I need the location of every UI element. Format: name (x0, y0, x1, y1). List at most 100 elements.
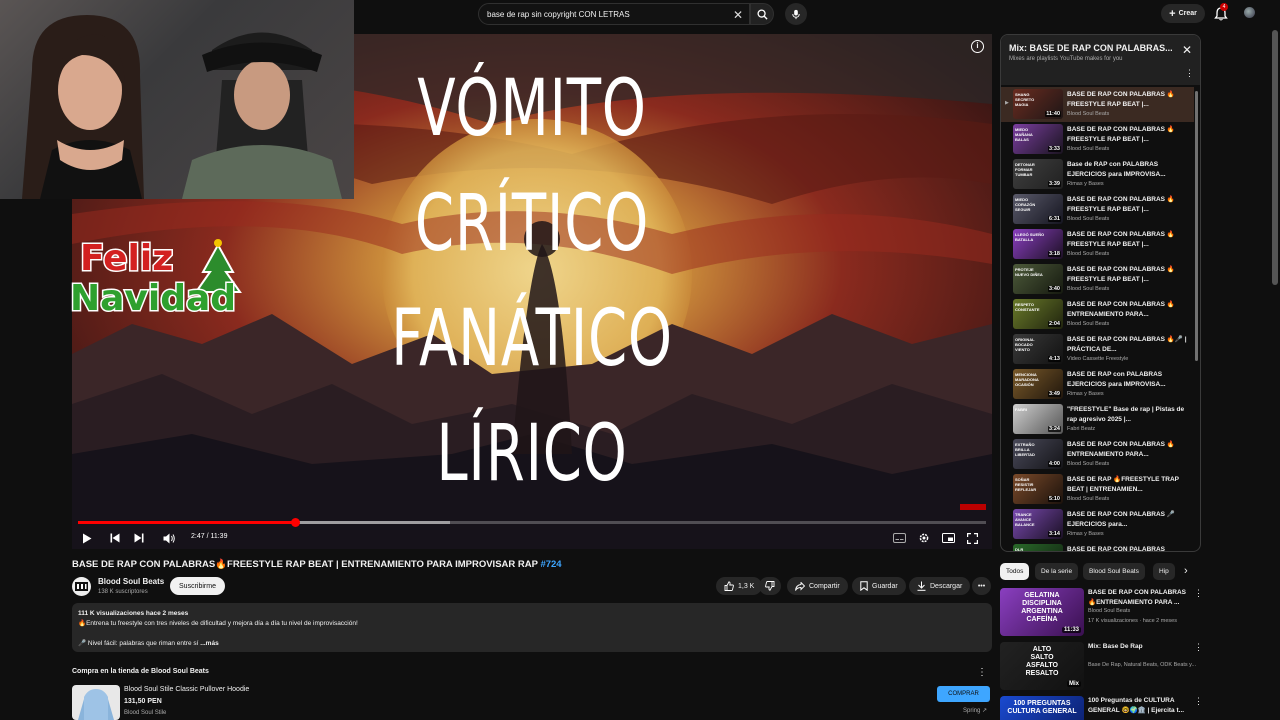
recommendation-item[interactable]: GELATINA DISCIPLINA ARGENTINA CAFEÍNA 11:33 B… (1000, 588, 1203, 638)
product-image[interactable] (72, 685, 120, 720)
subtitles-button[interactable] (890, 529, 908, 547)
recommendation-thumbnail-word: 100 PREGUNTAS (1013, 700, 1071, 707)
subscribe-button[interactable]: Suscribirme (170, 577, 225, 595)
recommendation-item[interactable]: ALTO SALTO ASFALTO RESALTO Mix Mix: Base De R… (1000, 642, 1203, 692)
playlist-item[interactable]: ORIGINAL BOCADO VIENTO 4:13 BASE DE RAP CO… (1001, 332, 1194, 367)
description-box[interactable]: 111 K visualizaciones hace 2 meses 🔥Entr… (72, 603, 992, 652)
playlist-item[interactable]: SOÑAR RESISTIR REFLEJAR 5:10 BASE DE RAP 🔥… (1001, 472, 1194, 507)
skip-previous-icon (110, 533, 120, 543)
playlist-item-channel: Blood Soul Beats (1067, 496, 1110, 502)
progress-played (78, 521, 295, 524)
playlist-item-title: BASE DE RAP CON PALABRAS 🔥FREESTYLE RAP … (1067, 266, 1175, 283)
chip-all[interactable]: Todos (1000, 563, 1030, 580)
player-controls: 2:47 / 11:39 (72, 527, 992, 549)
fullscreen-icon (966, 532, 978, 544)
recommendation-thumbnail-word: SALTO (1030, 654, 1054, 661)
close-icon[interactable]: ✕ (1182, 43, 1192, 57)
miniplayer-button[interactable] (939, 529, 957, 547)
scrubber-handle[interactable] (291, 518, 300, 527)
playlist-item-title: BASE DE RAP CON PALABRAS 🎤 EJERCICIOS pa… (1067, 511, 1175, 528)
channel-avatar[interactable] (72, 577, 91, 596)
playlist-item-title: "FREESTYLE" Base de rap | Pistas de rap … (1067, 406, 1185, 423)
account-avatar[interactable] (1244, 7, 1255, 18)
progress-bar[interactable] (78, 518, 986, 527)
playlist-header: Mix: BASE DE RAP CON PALABRAS... Mixes a… (1001, 35, 1200, 85)
more-actions-button[interactable]: ••• (972, 577, 991, 595)
chip-hip[interactable]: Hip (1153, 563, 1175, 580)
lyric-line-2: CRÍTICO (414, 179, 650, 269)
search-input[interactable]: base de rap sin copyright CON LETRAS ✕ (478, 3, 750, 25)
previous-button[interactable] (106, 529, 124, 547)
duration-badge: 4:00 (1047, 461, 1061, 467)
like-button[interactable]: 1,3 K (716, 577, 763, 595)
playlist-item-channel: Blood Soul Beats (1067, 286, 1110, 292)
streamer-left-image (22, 15, 144, 199)
play-button[interactable] (78, 529, 96, 547)
recommendation-menu-icon[interactable]: ⋮ (1194, 642, 1203, 653)
playlist-item[interactable]: MENCIONA MARADONA OCASIÓN 3:49 BASE DE RAP… (1001, 367, 1194, 402)
playlist-menu-icon[interactable]: ⋮ (1185, 68, 1194, 79)
playlist-thumbnail-text: SOÑAR RESISTIR REFLEJAR (1015, 477, 1037, 492)
playlist-thumbnail: EXTRAÑO BRILLA LIBERTAD 4:00 (1013, 439, 1063, 469)
playlist-item[interactable]: TRANCE AVANCE BALANCE 3:14 BASE DE RAP CON… (1001, 507, 1194, 542)
channel-name[interactable]: Blood Soul Beats (98, 577, 164, 586)
playlist-thumbnail-text: DLR (1015, 547, 1024, 552)
chip-channel[interactable]: Blood Soul Beats (1083, 563, 1145, 580)
streamer-right-image (182, 32, 342, 199)
search-button[interactable] (750, 3, 774, 25)
duration-badge: 3:18 (1047, 251, 1061, 257)
recommendation-title: Mix: Base De Rap (1088, 643, 1143, 650)
playlist-item[interactable]: MIEDO CORAZÓN SEGUIR 6:31 BASE DE RAP CON … (1001, 192, 1194, 227)
voice-search-button[interactable] (785, 3, 807, 25)
fullscreen-button[interactable] (963, 529, 981, 547)
thumbs-down-icon (765, 581, 775, 591)
save-button[interactable]: Guardar (852, 577, 906, 595)
chip-from-series[interactable]: De la serie (1035, 563, 1079, 580)
store-menu-icon[interactable]: ⋮ (977, 667, 987, 678)
dislike-button[interactable] (759, 577, 781, 595)
playlist-thumbnail: TRANCE AVANCE BALANCE 3:14 (1013, 509, 1063, 539)
recommendation-menu-icon[interactable]: ⋮ (1194, 696, 1203, 707)
playlist-item[interactable]: DETONAR FORMAR TUMBAR 3:39 Base de RAP con… (1001, 157, 1194, 192)
playlist-item-channel: Blood Soul Beats (1067, 321, 1110, 327)
create-button[interactable]: + Crear (1161, 4, 1205, 23)
video-title: BASE DE RAP CON PALABRAS🔥FREESTYLE RAP B… (72, 559, 562, 570)
play-icon (83, 533, 92, 543)
page-scrollbar[interactable] (1272, 30, 1278, 285)
info-icon[interactable]: i (971, 40, 984, 53)
playlist-item[interactable]: RESPETO CONSTANTE 2:04 BASE DE RAP CON PAL… (1001, 297, 1194, 332)
playlist-item[interactable]: EXTRAÑO BRILLA LIBERTAD 4:00 BASE DE RAP C… (1001, 437, 1194, 472)
spring-link[interactable]: Spring ↗ (963, 707, 987, 714)
playlist-item-channel: Blood Soul Beats (1067, 461, 1110, 467)
playlist-item[interactable]: ▶ SHANG SECRETO MAGIA 11:40 BASE DE RAP CON… (1001, 87, 1194, 122)
playlist-item[interactable]: LLEGÓ SUEÑO BATALLA 3:18 BASE DE RAP CON P… (1001, 227, 1194, 262)
chevron-right-icon[interactable]: › (1184, 565, 1188, 577)
playlist-thumbnail: LLEGÓ SUEÑO BATALLA 3:18 (1013, 229, 1063, 259)
next-button[interactable] (130, 529, 148, 547)
recommendation-title: BASE DE RAP CON PALABRAS 🔥ENTRENAMIENTO … (1088, 589, 1186, 606)
playlist-item[interactable]: FABRI 3:24 "FREESTYLE" Base de rap | Pista… (1001, 402, 1194, 437)
volume-button[interactable] (160, 529, 178, 547)
recommendation-item[interactable]: 100 PREGUNTAS CULTURA GENERAL 100 Pregunta… (1000, 696, 1203, 720)
download-button[interactable]: Descargar (909, 577, 971, 595)
playlist-thumbnail-text: PROTEJE NUEVO DIÑEA (1015, 267, 1043, 277)
recommendation-menu-icon[interactable]: ⋮ (1194, 588, 1203, 599)
clear-search-icon[interactable]: ✕ (733, 8, 743, 22)
playlist-thumbnail-text: RESPETO CONSTANTE (1015, 302, 1040, 312)
playlist-item[interactable]: MIEDO MAÑANA BALAS 3:33 BASE DE RAP CON PA… (1001, 122, 1194, 157)
playlist-scrollbar[interactable] (1195, 91, 1198, 361)
playlist-title[interactable]: Mix: BASE DE RAP CON PALABRAS... (1009, 43, 1179, 53)
share-button[interactable]: Compartir (787, 577, 848, 595)
show-more-link[interactable]: ...más (200, 640, 218, 647)
settings-button[interactable] (915, 529, 933, 547)
duration-badge: 3:14 (1047, 531, 1061, 537)
playlist-thumbnail-text: MIEDO CORAZÓN SEGUIR (1015, 197, 1036, 212)
buy-button[interactable]: COMPRAR (937, 686, 990, 702)
playlist-item[interactable]: PROTEJE NUEVO DIÑEA 3:40 BASE DE RAP CON P… (1001, 262, 1194, 297)
product-name[interactable]: Blood Soul Stile Classic Pullover Hoodie (124, 686, 249, 693)
hashtag-link[interactable]: #724 (540, 559, 561, 570)
playlist-item-channel: Video Cassette Freestyle (1067, 356, 1129, 362)
playlist-item[interactable]: DLR BASE DE RAP CON PALABRAS (1001, 542, 1194, 552)
playlist-thumbnail-text: FABRI (1015, 407, 1027, 412)
channel-watermark[interactable] (960, 504, 986, 510)
